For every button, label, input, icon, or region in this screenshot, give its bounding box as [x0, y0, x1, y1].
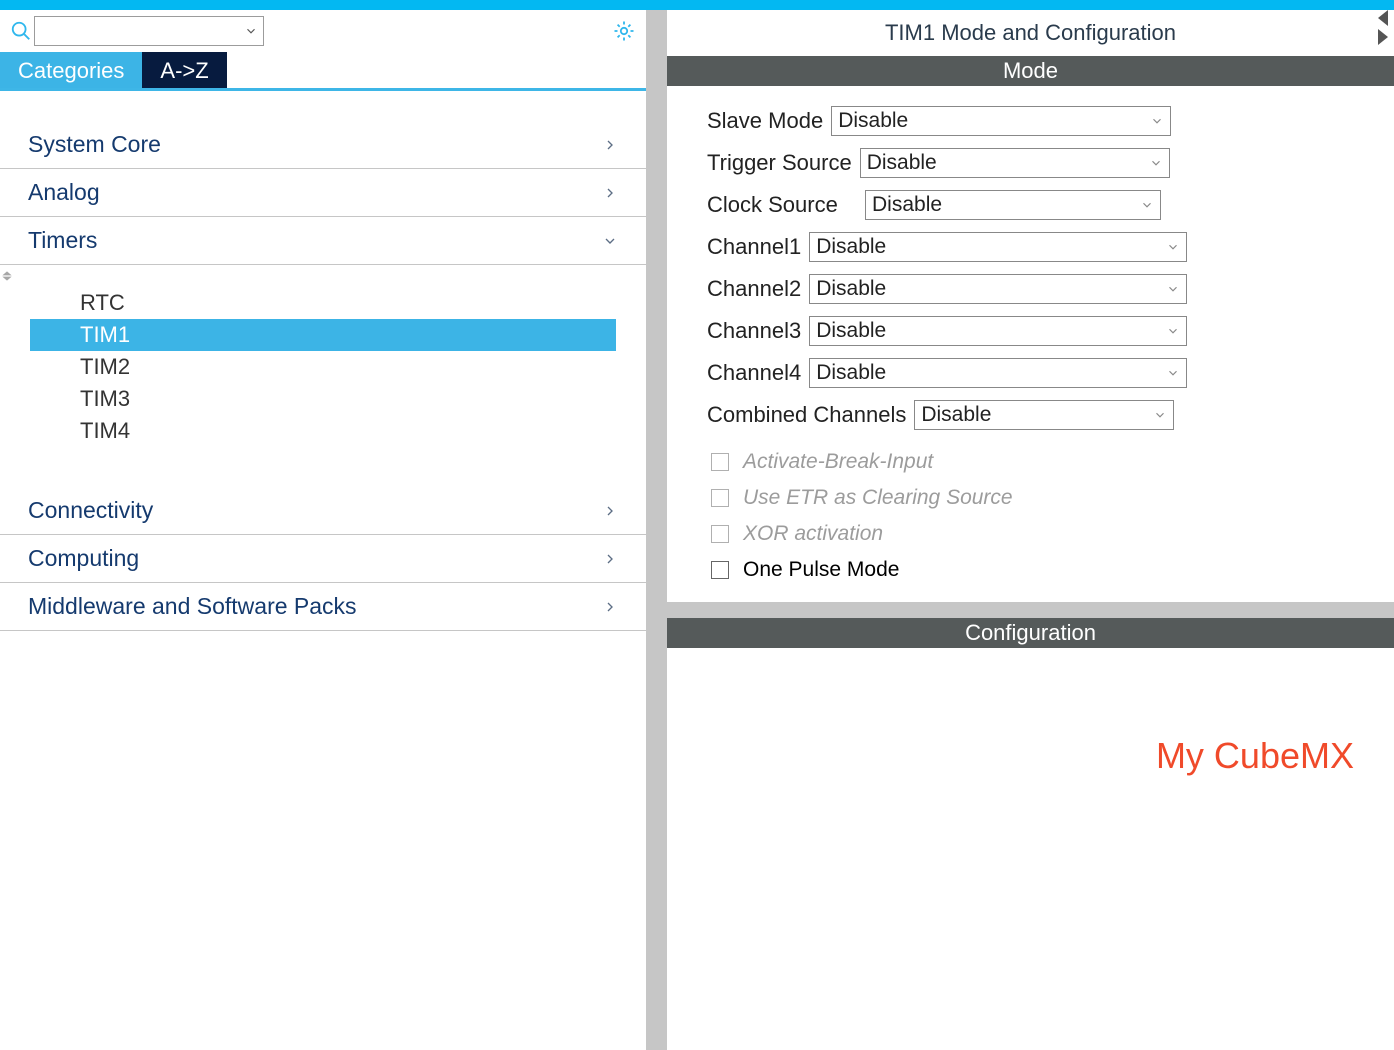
chevron-down-icon — [1166, 282, 1180, 296]
select-value: Disable — [816, 361, 886, 385]
slave-mode-label: Slave Mode — [707, 108, 823, 134]
xor-checkbox — [711, 525, 729, 543]
collapse-handle-icon[interactable] — [0, 265, 646, 287]
chevron-down-icon — [1153, 408, 1167, 422]
channel3-select[interactable]: Disable — [809, 316, 1187, 346]
select-value: Disable — [838, 109, 908, 133]
chevron-down-icon — [1166, 366, 1180, 380]
channel1-select[interactable]: Disable — [809, 232, 1187, 262]
one-pulse-label: One Pulse Mode — [743, 558, 899, 582]
section-gap — [667, 602, 1394, 618]
chevron-down-icon — [602, 233, 618, 249]
clock-source-select[interactable]: Disable — [865, 190, 1161, 220]
channel2-select[interactable]: Disable — [809, 274, 1187, 304]
group-label: Connectivity — [28, 497, 153, 524]
arrow-left-icon — [1378, 10, 1388, 26]
mode-body: Slave Mode Disable Trigger Source Disabl… — [667, 86, 1394, 602]
select-value: Disable — [921, 403, 991, 427]
right-panel: TIM1 Mode and Configuration Mode Slave M… — [667, 10, 1394, 1050]
group-connectivity[interactable]: Connectivity — [0, 487, 646, 535]
tabs: Categories A->Z — [0, 52, 646, 91]
chevron-down-icon — [1166, 240, 1180, 254]
panel-title: TIM1 Mode and Configuration — [667, 10, 1394, 56]
select-value: Disable — [867, 151, 937, 175]
group-label: Timers — [28, 227, 97, 254]
activate-break-label: Activate-Break-Input — [743, 450, 933, 474]
sidebar-item-tim4[interactable]: TIM4 — [30, 415, 616, 447]
chevron-right-icon — [602, 185, 618, 201]
sidebar-item-tim3[interactable]: TIM3 — [30, 383, 616, 415]
one-pulse-checkbox[interactable] — [711, 561, 729, 579]
clock-source-label: Clock Source — [707, 192, 857, 218]
slave-mode-select[interactable]: Disable — [831, 106, 1171, 136]
chevron-right-icon — [602, 137, 618, 153]
search-input[interactable] — [34, 16, 264, 46]
xor-label: XOR activation — [743, 522, 883, 546]
panel-collapse-arrows[interactable] — [1378, 10, 1394, 80]
sidebar-item-rtc[interactable]: RTC — [30, 287, 616, 319]
top-accent-bar — [0, 0, 1394, 10]
use-etr-label: Use ETR as Clearing Source — [743, 486, 1013, 510]
chevron-down-icon — [1149, 156, 1163, 170]
group-label: System Core — [28, 131, 161, 158]
group-analog[interactable]: Analog — [0, 169, 646, 217]
select-value: Disable — [816, 235, 886, 259]
channel1-label: Channel1 — [707, 234, 801, 260]
trigger-source-label: Trigger Source — [707, 150, 852, 176]
gear-icon[interactable] — [612, 19, 636, 43]
vertical-splitter[interactable] — [647, 10, 667, 1050]
configuration-section-header: Configuration — [667, 618, 1394, 648]
channel4-select[interactable]: Disable — [809, 358, 1187, 388]
combined-channels-select[interactable]: Disable — [914, 400, 1174, 430]
group-system-core[interactable]: System Core — [0, 121, 646, 169]
tab-categories[interactable]: Categories — [0, 52, 142, 88]
channel4-label: Channel4 — [707, 360, 801, 386]
group-label: Middleware and Software Packs — [28, 593, 357, 620]
watermark-text: My CubeMX — [1156, 735, 1354, 777]
trigger-source-select[interactable]: Disable — [860, 148, 1170, 178]
left-panel: Categories A->Z System Core Analog Timer… — [0, 10, 647, 1050]
select-value: Disable — [816, 277, 886, 301]
chevron-down-icon — [1140, 198, 1154, 212]
chevron-right-icon — [602, 599, 618, 615]
group-timers[interactable]: Timers — [0, 217, 646, 265]
chevron-right-icon — [602, 503, 618, 519]
channel3-label: Channel3 — [707, 318, 801, 344]
chevron-down-icon — [1166, 324, 1180, 338]
search-icon — [10, 20, 32, 42]
timers-sublist: RTC TIM1 TIM2 TIM3 TIM4 — [30, 287, 616, 447]
arrow-right-icon — [1378, 29, 1388, 45]
sidebar-item-tim2[interactable]: TIM2 — [30, 351, 616, 383]
sidebar-item-tim1[interactable]: TIM1 — [30, 319, 616, 351]
select-value: Disable — [872, 193, 942, 217]
tab-az[interactable]: A->Z — [142, 52, 226, 88]
channel2-label: Channel2 — [707, 276, 801, 302]
activate-break-checkbox — [711, 453, 729, 471]
mode-section-header: Mode — [667, 56, 1394, 86]
search-row — [0, 10, 646, 52]
select-value: Disable — [816, 319, 886, 343]
chevron-down-icon — [1150, 114, 1164, 128]
combined-channels-label: Combined Channels — [707, 402, 906, 428]
group-middleware[interactable]: Middleware and Software Packs — [0, 583, 646, 631]
chevron-right-icon — [602, 551, 618, 567]
group-label: Analog — [28, 179, 100, 206]
group-computing[interactable]: Computing — [0, 535, 646, 583]
use-etr-checkbox — [711, 489, 729, 507]
group-label: Computing — [28, 545, 139, 572]
